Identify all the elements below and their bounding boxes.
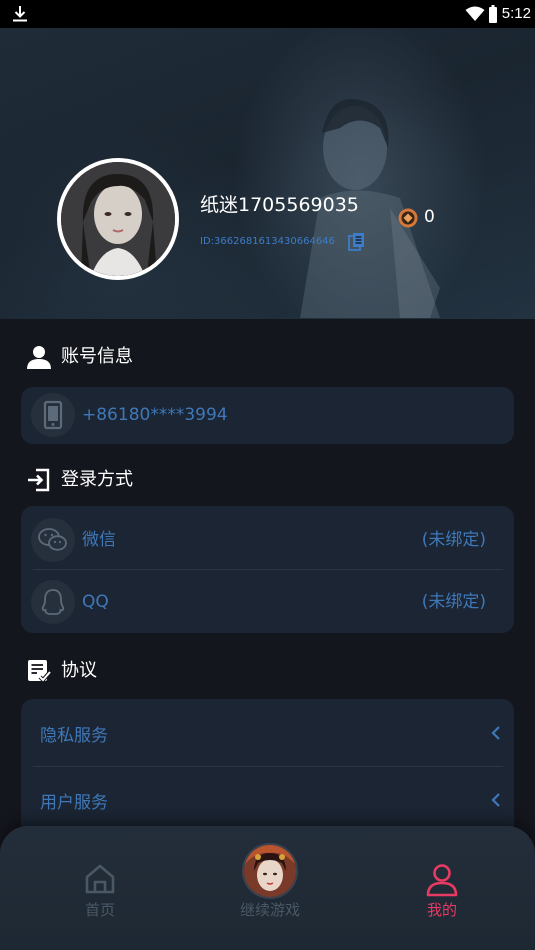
protocol-section-label: 协议 [61, 660, 97, 681]
login-icon [28, 468, 50, 492]
qq-icon-wrap [31, 580, 75, 624]
status-bar: 5:12 [0, 0, 535, 28]
phone-number: +86180****3994 [82, 405, 228, 425]
user-service-row[interactable]: 用户服务 [21, 772, 514, 834]
status-time: 5:12 [501, 5, 531, 22]
bottom-navigation: 首页 继续游戏 我的 [0, 826, 535, 950]
user-id: ID:3662681613430664646 [200, 236, 335, 247]
user-service-label: 用户服务 [40, 793, 108, 813]
nav-continue-label: 继续游戏 [239, 901, 300, 919]
qq-row[interactable]: QQ (未绑定) [21, 571, 514, 633]
login-section-label: 登录方式 [61, 469, 133, 490]
wechat-bind-status: (未绑定) [421, 530, 486, 550]
divider [33, 569, 503, 570]
account-section-label: 账号信息 [61, 346, 133, 367]
qq-label: QQ [82, 592, 109, 612]
login-section-title: 登录方式 [26, 467, 133, 493]
nav-home[interactable]: 首页 [60, 826, 140, 950]
nav-home-label: 首页 [84, 901, 115, 919]
nav-mine[interactable]: 我的 [402, 826, 482, 950]
download-icon [13, 6, 27, 22]
coin-icon [398, 208, 418, 228]
coin-count: 0 [424, 207, 435, 227]
phone-icon [43, 400, 63, 430]
document-check-icon [28, 660, 52, 683]
protocol-section-title: 协议 [26, 658, 97, 684]
privacy-service-label: 隐私服务 [40, 726, 108, 746]
home-icon [85, 864, 115, 894]
profile-icon [426, 864, 458, 897]
account-section-title: 账号信息 [26, 344, 133, 370]
qq-icon [41, 589, 65, 615]
privacy-service-row[interactable]: 隐私服务 [21, 705, 514, 767]
copy-icon[interactable] [348, 232, 366, 251]
user-icon [27, 346, 51, 369]
wifi-icon [465, 6, 485, 21]
chevron-left-icon [491, 793, 500, 807]
divider [33, 766, 503, 767]
qq-bind-status: (未绑定) [421, 592, 486, 612]
wechat-icon [38, 528, 67, 551]
game-avatar [242, 843, 298, 899]
phone-row[interactable]: +86180****3994 [21, 384, 514, 446]
wechat-icon-wrap [31, 518, 75, 562]
nav-mine-label: 我的 [426, 901, 457, 919]
user-avatar[interactable] [57, 158, 179, 280]
nav-continue-game[interactable]: 继续游戏 [222, 826, 318, 950]
phone-icon-wrap [31, 393, 75, 437]
chevron-left-icon [491, 726, 500, 740]
phone-card[interactable]: +86180****3994 [21, 387, 514, 444]
battery-icon [489, 5, 497, 23]
profile-header: 纸迷1705569035 ID:3662681613430664646 0 [0, 28, 535, 319]
wechat-label: 微信 [82, 530, 116, 550]
username: 纸迷1705569035 [200, 194, 359, 216]
login-methods-card: 微信 (未绑定) QQ (未绑定) [21, 506, 514, 633]
protocol-card: 隐私服务 用户服务 [21, 699, 514, 839]
wechat-row[interactable]: 微信 (未绑定) [21, 509, 514, 571]
